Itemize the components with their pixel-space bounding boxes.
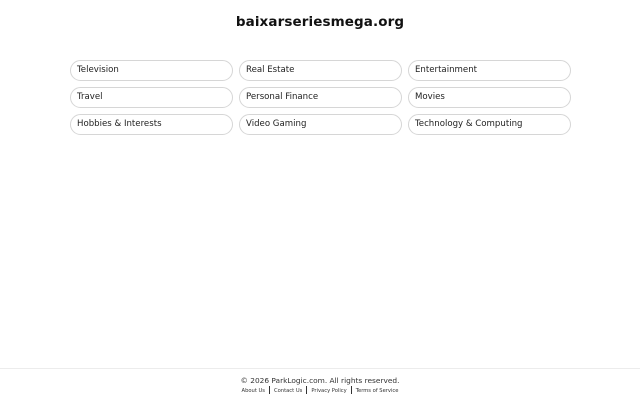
category-link-entertainment[interactable]: Entertainment [408,60,571,81]
parked-domain-page: baixarseriesmega.org Television Real Est… [0,0,640,400]
privacy-policy-link[interactable]: Privacy Policy [307,388,350,394]
contact-us-link[interactable]: Contact Us [270,388,306,394]
category-link-personal-finance[interactable]: Personal Finance [239,87,402,108]
copyright-text: © 2026 ParkLogic.com. All rights reserve… [240,376,400,385]
site-title: baixarseriesmega.org [235,14,405,30]
category-link-technology-computing[interactable]: Technology & Computing [408,114,571,135]
category-link-video-gaming[interactable]: Video Gaming [239,114,402,135]
category-link-real-estate[interactable]: Real Estate [239,60,402,81]
category-link-hobbies-interests[interactable]: Hobbies & Interests [70,114,233,135]
footer: © 2026 ParkLogic.com. All rights reserve… [0,368,640,400]
footer-links: About Us Contact Us Privacy Policy Terms of… [0,386,640,395]
terms-of-service-link[interactable]: Terms of Service [352,388,403,394]
about-us-link[interactable]: About Us [238,388,270,394]
category-link-movies[interactable]: Movies [408,87,571,108]
category-grid: Television Real Estate Entertainment Tra… [70,60,571,135]
category-link-television[interactable]: Television [70,60,233,81]
category-link-travel[interactable]: Travel [70,87,233,108]
